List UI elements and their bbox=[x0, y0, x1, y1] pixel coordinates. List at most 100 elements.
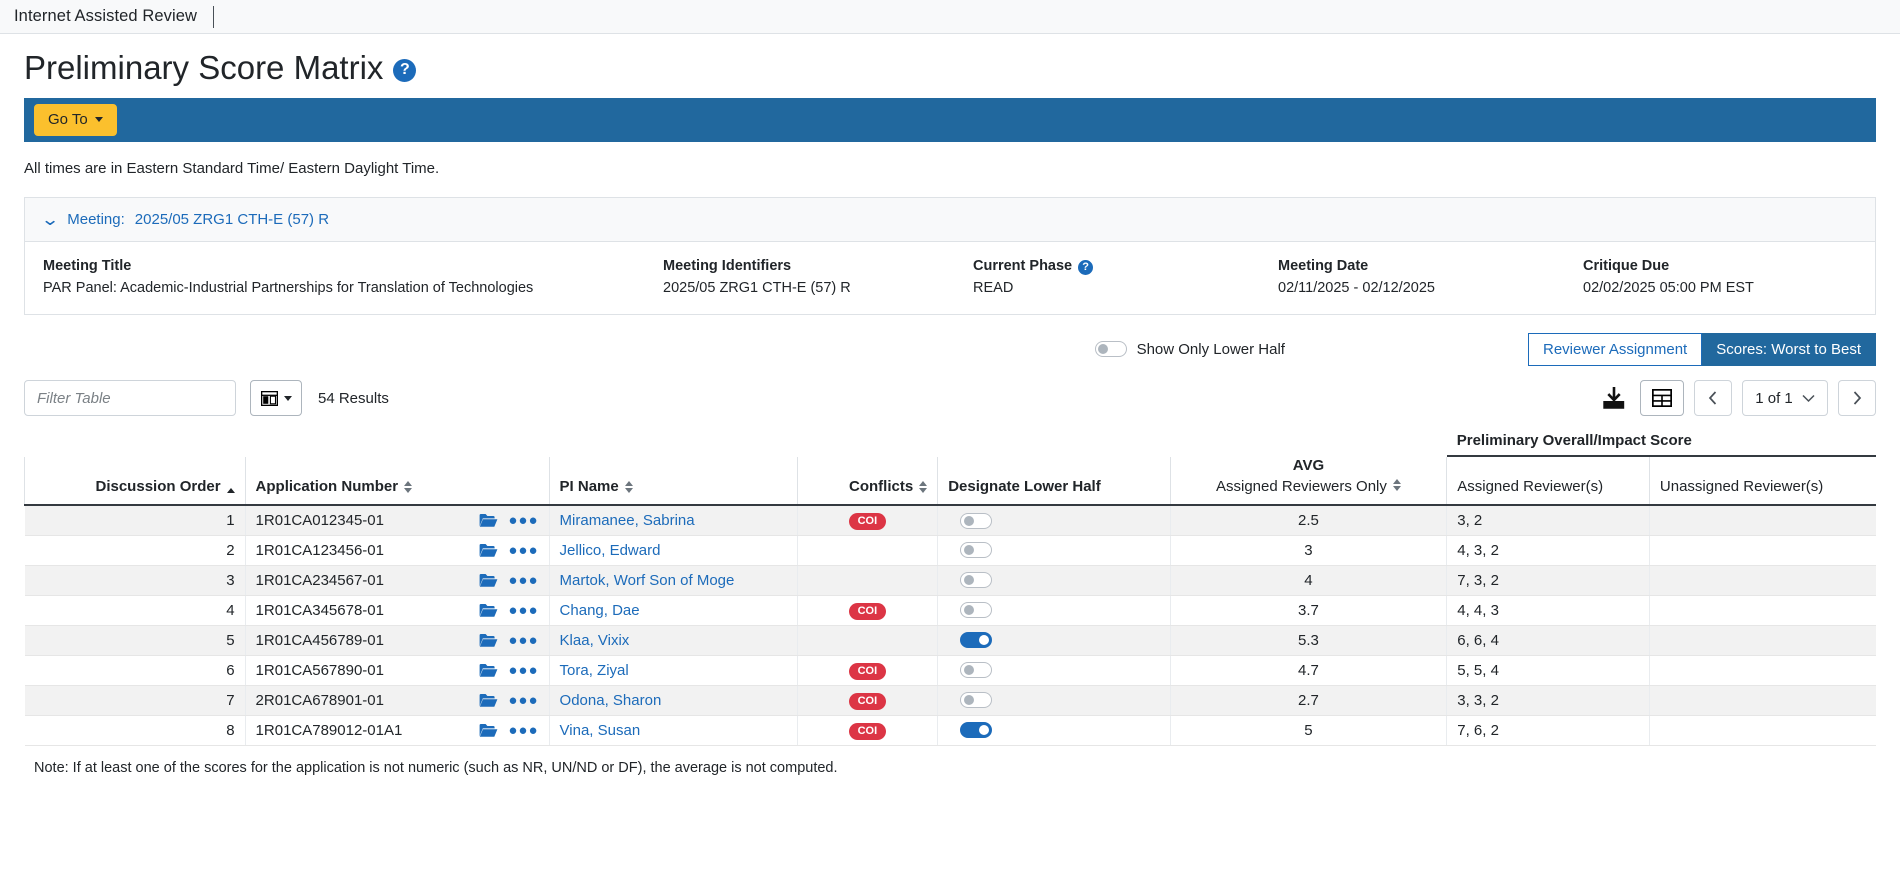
folder-open-icon[interactable] bbox=[479, 513, 498, 528]
cell-conflicts: COI bbox=[796, 685, 938, 716]
more-actions-icon[interactable]: ●●● bbox=[508, 632, 538, 649]
tab-reviewer-assignment[interactable]: Reviewer Assignment bbox=[1527, 332, 1703, 366]
pi-name-link[interactable]: Miramanee, Sabrina bbox=[560, 512, 695, 529]
table-row: 3 1R01CA234567-01 ●●● Martok, Worf Son of M… bbox=[24, 565, 1876, 596]
folder-open-icon[interactable] bbox=[479, 603, 498, 618]
more-actions-icon[interactable]: ●●● bbox=[508, 662, 538, 679]
chevron-down-icon[interactable]: ⌄ bbox=[41, 211, 60, 228]
cell-application-number: 1R01CA123456-01 ●●● bbox=[244, 535, 550, 566]
meeting-identifiers-field: Meeting Identifiers 2025/05 ZRG1 CTH-E (… bbox=[645, 258, 955, 296]
columns-icon bbox=[260, 390, 278, 406]
show-lower-half-toggle[interactable] bbox=[1094, 341, 1127, 358]
meeting-collapse-label: Meeting: bbox=[67, 211, 125, 229]
pi-name-link[interactable]: Chang, Dae bbox=[560, 602, 640, 619]
col-pi-name[interactable]: PI Name bbox=[548, 457, 798, 506]
prev-page-button[interactable] bbox=[1694, 380, 1732, 417]
folder-open-icon[interactable] bbox=[479, 543, 498, 558]
cell-conflicts: COI bbox=[796, 505, 938, 536]
cell-application-number: 1R01CA789012-01A1 ●●● bbox=[244, 715, 550, 746]
cell-unassigned-reviewer-scores bbox=[1648, 535, 1876, 566]
show-lower-half-control: Show Only Lower Half bbox=[1094, 341, 1285, 358]
cell-conflicts bbox=[796, 565, 938, 596]
pi-name-link[interactable]: Tora, Ziyal bbox=[560, 662, 629, 679]
toggle-knob bbox=[963, 575, 974, 586]
current-phase-value: READ bbox=[973, 280, 1014, 297]
folder-open-icon bbox=[479, 573, 498, 587]
more-actions-icon[interactable]: ●●● bbox=[508, 692, 538, 709]
next-page-button[interactable] bbox=[1838, 380, 1876, 417]
action-bar: Go To bbox=[24, 98, 1876, 143]
meeting-title-value: PAR Panel: Academic-Industrial Partnersh… bbox=[43, 280, 534, 297]
help-circle-icon[interactable]: ? bbox=[1078, 259, 1094, 275]
designate-lower-half-toggle[interactable] bbox=[960, 542, 993, 559]
pi-name-link[interactable]: Jellico, Edward bbox=[560, 542, 661, 559]
page-selector[interactable]: 1 of 1 bbox=[1742, 380, 1828, 417]
col-unassigned-reviewers-label: Unassigned Reviewer(s) bbox=[1659, 478, 1824, 496]
folder-open-icon[interactable] bbox=[479, 723, 498, 738]
more-actions-icon[interactable]: ●●● bbox=[508, 602, 538, 619]
designate-lower-half-toggle[interactable] bbox=[960, 722, 993, 739]
column-picker-button[interactable] bbox=[250, 380, 302, 417]
col-discussion-order[interactable]: Discussion Order bbox=[24, 457, 246, 506]
folder-open-icon[interactable] bbox=[479, 633, 498, 648]
col-conflicts[interactable]: Conflicts bbox=[796, 457, 938, 506]
cell-pi-name: Vina, Susan bbox=[548, 715, 798, 746]
conflict-badge: COI bbox=[848, 662, 887, 680]
tab-scores-worst-to-best[interactable]: Scores: Worst to Best bbox=[1702, 332, 1876, 366]
pi-name-link[interactable]: Martok, Worf Son of Moge bbox=[560, 572, 735, 589]
application-number-text: 1R01CA123456-01 bbox=[255, 541, 384, 559]
folder-open-icon bbox=[479, 663, 498, 677]
more-actions-icon[interactable]: ●●● bbox=[508, 572, 538, 589]
download-button[interactable] bbox=[1600, 380, 1630, 416]
appbar-divider bbox=[213, 5, 215, 28]
filter-table-input[interactable] bbox=[24, 380, 236, 417]
grid-view-button[interactable] bbox=[1640, 380, 1684, 417]
critique-due-field: Critique Due 02/02/2025 05:00 PM EST bbox=[1565, 258, 1865, 296]
folder-open-icon[interactable] bbox=[479, 573, 498, 588]
cell-unassigned-reviewer-scores bbox=[1648, 505, 1876, 536]
cell-assigned-reviewer-scores: 4, 4, 3 bbox=[1446, 595, 1650, 626]
help-circle-icon[interactable]: ? bbox=[393, 58, 417, 82]
controls-row-table: 54 Results 1 of 1 bbox=[24, 379, 1876, 417]
cell-unassigned-reviewer-scores bbox=[1648, 685, 1876, 716]
cell-assigned-reviewer-scores: 3, 3, 2 bbox=[1446, 685, 1650, 716]
table-row: 1 1R01CA012345-01 ●●● Miramanee, Sabrina COI… bbox=[24, 505, 1876, 536]
col-avg-bottom-label: Assigned Reviewers Only bbox=[1215, 478, 1387, 496]
col-application-number[interactable]: Application Number bbox=[244, 457, 550, 506]
cell-discussion-order: 7 bbox=[24, 685, 246, 716]
pi-name-link[interactable]: Vina, Susan bbox=[560, 722, 641, 739]
col-avg[interactable]: AVG Assigned Reviewers Only bbox=[1169, 457, 1447, 506]
more-actions-icon[interactable]: ●●● bbox=[508, 542, 538, 559]
designate-lower-half-toggle[interactable] bbox=[960, 692, 993, 709]
designate-lower-half-toggle[interactable] bbox=[960, 512, 993, 529]
cell-application-number: 1R01CA456789-01 ●●● bbox=[244, 625, 550, 656]
application-number-text: 1R01CA456789-01 bbox=[255, 631, 384, 649]
designate-lower-half-toggle[interactable] bbox=[960, 602, 993, 619]
cell-designate-lower-half bbox=[937, 535, 1171, 566]
designate-lower-half-toggle[interactable] bbox=[960, 572, 993, 589]
grid-icon bbox=[1652, 389, 1672, 408]
sort-icon bbox=[1392, 478, 1401, 491]
more-actions-icon[interactable]: ●●● bbox=[508, 512, 538, 529]
designate-lower-half-toggle[interactable] bbox=[960, 632, 993, 649]
current-phase-field: Current Phase ? READ bbox=[955, 258, 1260, 296]
folder-open-icon bbox=[479, 514, 498, 527]
designate-lower-half-toggle[interactable] bbox=[960, 662, 993, 679]
folder-open-icon[interactable] bbox=[479, 693, 498, 708]
cell-avg-score: 4.7 bbox=[1169, 655, 1447, 686]
cell-pi-name: Jellico, Edward bbox=[548, 535, 798, 566]
group-header-label: Preliminary Overall/Impact Score bbox=[1446, 430, 1876, 458]
cell-discussion-order: 5 bbox=[24, 625, 246, 656]
more-actions-icon[interactable]: ●●● bbox=[508, 722, 538, 739]
table-row: 7 2R01CA678901-01 ●●● Odona, Sharon COI 2.7 3,… bbox=[24, 685, 1876, 716]
cell-conflicts: COI bbox=[796, 595, 938, 626]
cell-designate-lower-half bbox=[937, 715, 1171, 746]
go-to-button[interactable]: Go To bbox=[34, 104, 117, 137]
folder-open-icon[interactable] bbox=[479, 663, 498, 678]
pi-name-link[interactable]: Klaa, Vixix bbox=[560, 632, 630, 649]
meeting-collapse-header[interactable]: ⌄ Meeting: 2025/05 ZRG1 CTH-E (57) R bbox=[25, 198, 1875, 243]
table-head: Preliminary Overall/Impact Score Discuss… bbox=[24, 429, 1876, 506]
folder-open-icon bbox=[479, 633, 498, 647]
pi-name-link[interactable]: Odona, Sharon bbox=[560, 692, 662, 709]
folder-open-icon bbox=[479, 723, 498, 737]
